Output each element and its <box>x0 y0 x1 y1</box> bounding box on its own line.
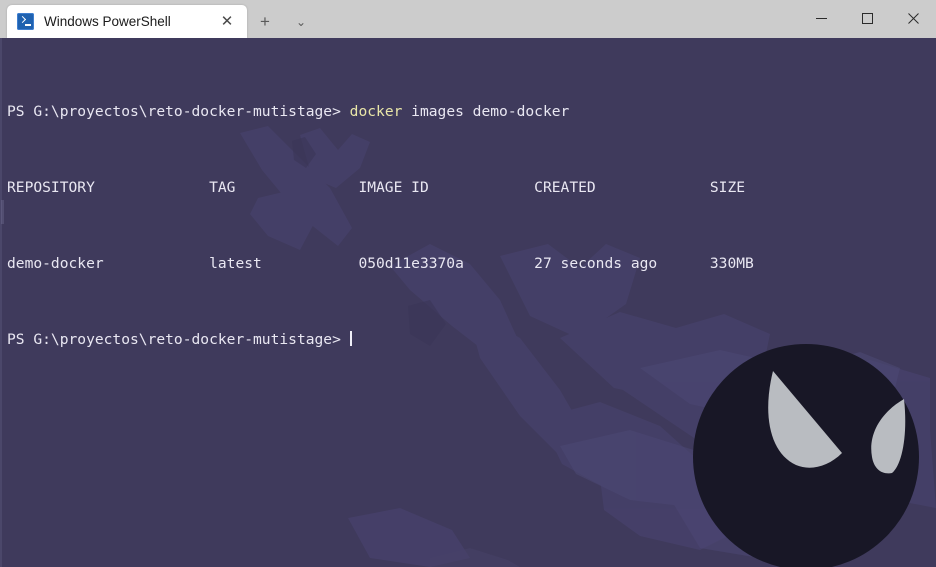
minimize-button[interactable] <box>798 0 844 36</box>
tab-title: Windows PowerShell <box>44 14 171 29</box>
text-cursor <box>349 331 352 346</box>
terminal-line-command: PS G:\proyectos\reto-docker-mutistage> d… <box>7 102 936 121</box>
prompt-text-current: PS G:\proyectos\reto-docker-mutistage> <box>7 331 341 348</box>
maximize-button[interactable] <box>844 0 890 36</box>
terminal-line-table-row: demo-docker latest 050d11e3370a 27 secon… <box>7 254 936 273</box>
title-bar: Windows PowerShell ✕ + ⌄ <box>0 0 936 38</box>
table-header-row: REPOSITORY TAG IMAGE ID CREATED SIZE <box>7 179 746 196</box>
table-row: demo-docker latest 050d11e3370a 27 secon… <box>7 255 754 272</box>
tab-dropdown-icon[interactable]: ⌄ <box>283 5 319 38</box>
prompt-text: PS G:\proyectos\reto-docker-mutistage> <box>7 103 341 120</box>
close-button[interactable] <box>890 0 936 36</box>
terminal-text-buffer[interactable]: PS G:\proyectos\reto-docker-mutistage> d… <box>0 38 936 567</box>
tab-strip: Windows PowerShell ✕ + ⌄ <box>0 0 319 38</box>
powershell-icon <box>17 13 34 30</box>
new-tab-button[interactable]: + <box>247 5 283 38</box>
terminal-window: Windows PowerShell ✕ + ⌄ PS G:\proyectos… <box>0 0 936 567</box>
tab-windows-powershell[interactable]: Windows PowerShell ✕ <box>7 5 247 38</box>
command-program: docker <box>349 103 403 120</box>
command-args: images demo-docker <box>402 103 570 120</box>
terminal-line-table-header: REPOSITORY TAG IMAGE ID CREATED SIZE <box>7 178 936 197</box>
terminal-line-prompt: PS G:\proyectos\reto-docker-mutistage> <box>7 330 936 349</box>
close-tab-icon[interactable]: ✕ <box>213 8 241 36</box>
window-controls <box>798 0 936 36</box>
terminal-pane[interactable]: PS G:\proyectos\reto-docker-mutistage> d… <box>0 38 936 567</box>
